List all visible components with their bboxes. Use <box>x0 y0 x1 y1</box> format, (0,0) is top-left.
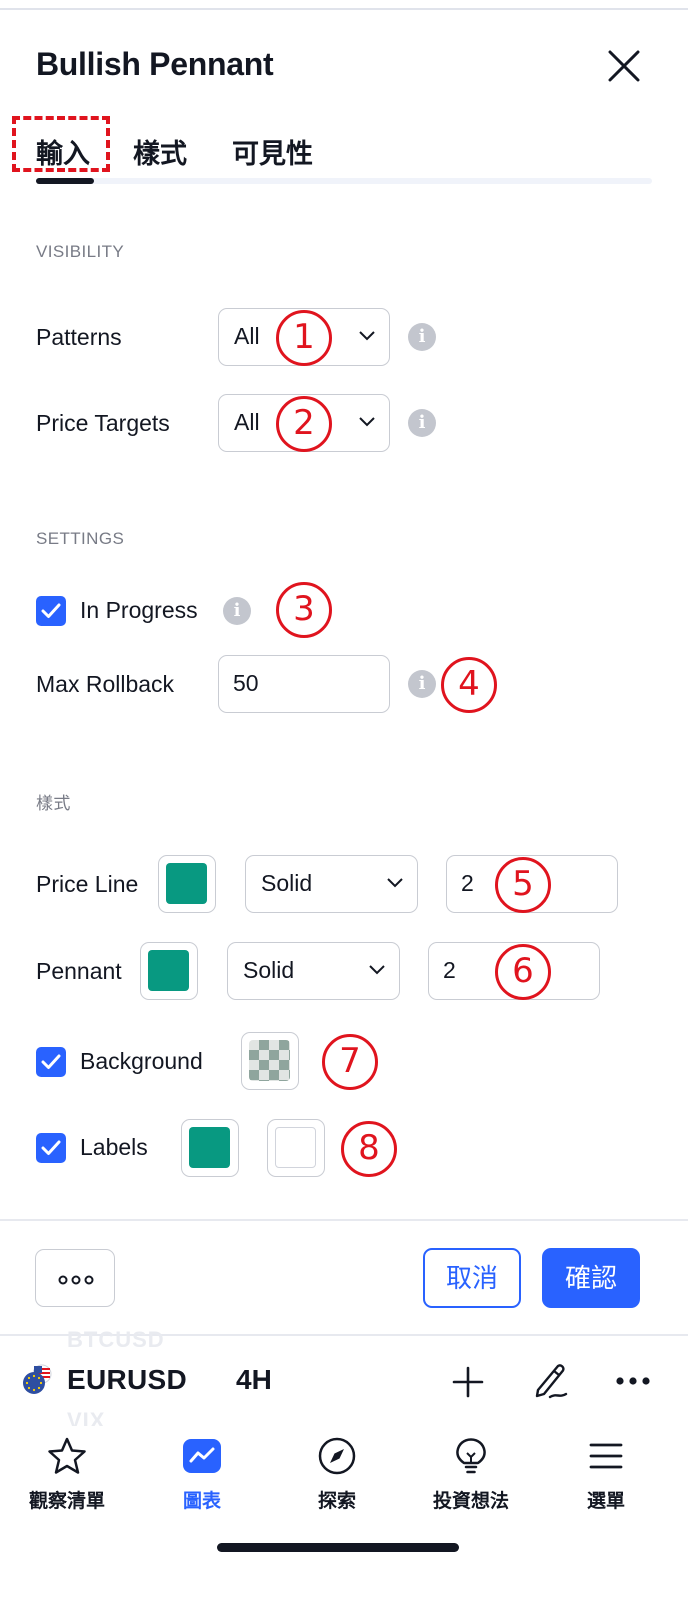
nav-chart[interactable]: 圖表 <box>142 1436 262 1513</box>
color-fill <box>275 1127 316 1168</box>
nav-explore[interactable]: 探索 <box>277 1436 397 1513</box>
pennant-color-swatch[interactable] <box>140 942 198 1000</box>
pennant-label: Pennant <box>36 958 122 984</box>
in-progress-checkbox[interactable] <box>36 596 66 626</box>
chevron-down-icon <box>359 331 375 341</box>
color-fill <box>189 1127 230 1168</box>
pennant-style-select[interactable]: Solid <box>227 942 400 1000</box>
price-targets-value: All <box>234 409 260 435</box>
nav-label: 觀察清單 <box>28 1491 105 1512</box>
style-heading: 樣式 <box>36 794 71 813</box>
in-progress-label: In Progress <box>80 597 198 623</box>
transparent-fill <box>249 1040 290 1081</box>
lightbulb-icon <box>456 1438 486 1474</box>
max-rollback-input[interactable]: 50 <box>218 655 390 713</box>
annotation-marker-5: 5 <box>495 857 551 913</box>
info-icon[interactable]: i <box>408 670 436 698</box>
price-line-width-value: 2 <box>461 870 474 896</box>
bottom-navigation: 觀察清單 圖表 探索 投資想法 選單 <box>0 1426 688 1536</box>
confirm-button[interactable]: 確認 <box>542 1248 640 1308</box>
background-label: Background <box>80 1048 203 1074</box>
menu-icon <box>589 1443 623 1469</box>
annotation-marker-4: 4 <box>441 657 497 713</box>
checkmark-icon <box>41 1140 61 1155</box>
dialog-title: Bullish Pennant <box>36 46 274 82</box>
more-horizontal-icon[interactable] <box>616 1376 650 1386</box>
patterns-label: Patterns <box>36 324 122 350</box>
info-icon[interactable]: i <box>408 409 436 437</box>
price-targets-label: Price Targets <box>36 410 170 436</box>
max-rollback-value: 50 <box>233 670 259 696</box>
tab-visibility[interactable]: 可見性 <box>232 132 313 171</box>
annotation-marker-7: 7 <box>322 1034 378 1090</box>
pennant-width-value: 2 <box>443 957 456 983</box>
price-line-style-select[interactable]: Solid <box>245 855 418 913</box>
nav-watchlist[interactable]: 觀察清單 <box>7 1436 127 1513</box>
tab-bar: 輸入 樣式 可見性 <box>12 116 652 184</box>
more-options-button[interactable] <box>35 1249 115 1307</box>
nav-label: 探索 <box>317 1491 356 1512</box>
labels-label: Labels <box>80 1134 148 1160</box>
tab-style[interactable]: 樣式 <box>133 132 187 171</box>
more-dots-icon <box>58 1275 94 1285</box>
annotation-marker-6: 6 <box>495 944 551 1000</box>
chevron-down-icon <box>359 417 375 427</box>
annotation-marker-1: 1 <box>276 310 332 366</box>
nav-menu[interactable]: 選單 <box>546 1436 666 1513</box>
home-indicator <box>217 1543 459 1552</box>
patterns-value: All <box>234 323 260 349</box>
price-line-color-swatch[interactable] <box>158 855 216 913</box>
max-rollback-label: Max Rollback <box>36 671 175 697</box>
top-edge-line <box>0 8 688 10</box>
info-icon[interactable]: i <box>223 597 251 625</box>
compass-icon <box>318 1437 356 1475</box>
checkmark-icon <box>41 603 61 618</box>
nav-ideas[interactable]: 投資想法 <box>411 1436 531 1513</box>
symbol-name[interactable]: EURUSD <box>67 1364 187 1396</box>
background-checkbox[interactable] <box>36 1047 66 1077</box>
annotation-marker-2: 2 <box>276 396 332 452</box>
settings-heading: SETTINGS <box>36 529 125 548</box>
nav-label: 圖表 <box>182 1491 221 1512</box>
price-line-label: Price Line <box>36 871 139 897</box>
active-tab-indicator <box>36 178 94 184</box>
chevron-down-icon <box>387 878 403 888</box>
checkmark-icon <box>41 1054 61 1069</box>
background-color-swatch[interactable] <box>241 1032 299 1090</box>
color-fill <box>166 863 207 904</box>
labels-text-color-swatch[interactable] <box>267 1119 325 1177</box>
price-line-style-value: Solid <box>261 870 313 896</box>
close-icon[interactable] <box>606 48 642 84</box>
chevron-down-icon <box>369 965 385 975</box>
tab-track <box>36 178 652 184</box>
annotation-marker-3: 3 <box>276 582 332 638</box>
pennant-style-value: Solid <box>243 957 295 983</box>
plus-icon[interactable] <box>452 1366 484 1398</box>
labels-checkbox[interactable] <box>36 1133 66 1163</box>
info-icon[interactable]: i <box>408 323 436 351</box>
labels-color-swatch[interactable] <box>181 1119 239 1177</box>
nav-label: 選單 <box>586 1491 625 1512</box>
symbol-bar: EURUSD 4H <box>0 1340 688 1424</box>
drawing-pen-icon[interactable] <box>532 1360 570 1400</box>
chart-icon <box>183 1439 221 1473</box>
color-fill <box>148 950 189 991</box>
annotation-marker-8: 8 <box>341 1121 397 1177</box>
tab-highlight-box <box>12 116 110 172</box>
star-icon <box>48 1437 86 1474</box>
visibility-heading: VISIBILITY <box>36 242 125 261</box>
interval-selector[interactable]: 4H <box>236 1364 272 1396</box>
currency-flag-icon <box>23 1364 52 1394</box>
cancel-button[interactable]: 取消 <box>423 1248 521 1308</box>
nav-label: 投資想法 <box>432 1491 509 1512</box>
footer-divider <box>0 1219 688 1221</box>
